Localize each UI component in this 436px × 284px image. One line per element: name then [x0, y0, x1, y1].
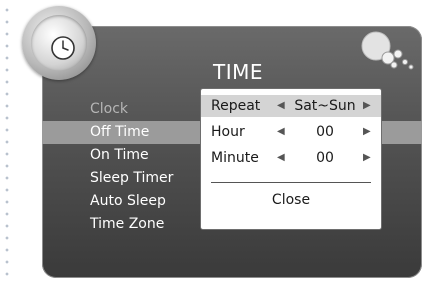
close-button[interactable]: Close	[201, 192, 381, 208]
off-time-dialog: Repeat ◀ Sat~Sun ▶ Hour ◀ 00 ▶ Minute ◀ …	[200, 88, 382, 230]
dialog-divider	[211, 182, 371, 183]
hour-label: Hour	[211, 124, 245, 140]
minute-row[interactable]: Minute ◀ 00 ▶	[201, 147, 381, 169]
menu-item-label: Sleep Timer	[90, 170, 174, 186]
minute-value: 00	[316, 150, 334, 166]
arrow-right-icon[interactable]: ▶	[363, 95, 371, 117]
dotted-guide	[5, 4, 9, 278]
arrow-left-icon[interactable]: ◀	[277, 121, 285, 143]
hour-row[interactable]: Hour ◀ 00 ▶	[201, 121, 381, 143]
menu-item-label: Auto Sleep	[90, 193, 166, 209]
hour-value: 00	[316, 124, 334, 140]
page-title: TIME	[213, 60, 264, 84]
arrow-right-icon[interactable]: ▶	[363, 147, 371, 169]
bubbles-icon	[361, 31, 414, 70]
arrow-right-icon[interactable]: ▶	[363, 121, 371, 143]
clock-icon	[51, 36, 75, 60]
menu-item-label: Time Zone	[90, 216, 165, 232]
repeat-row[interactable]: Repeat ◀ Sat~Sun ▶	[201, 95, 381, 117]
menu-item-label: Off Time	[90, 124, 150, 140]
repeat-value: Sat~Sun	[294, 98, 356, 114]
repeat-label: Repeat	[211, 98, 261, 114]
arrow-left-icon[interactable]: ◀	[277, 95, 285, 117]
minute-label: Minute	[211, 150, 259, 166]
menu-item-label: Clock	[90, 101, 129, 117]
menu-item-label: On Time	[90, 147, 149, 163]
arrow-left-icon[interactable]: ◀	[277, 147, 285, 169]
